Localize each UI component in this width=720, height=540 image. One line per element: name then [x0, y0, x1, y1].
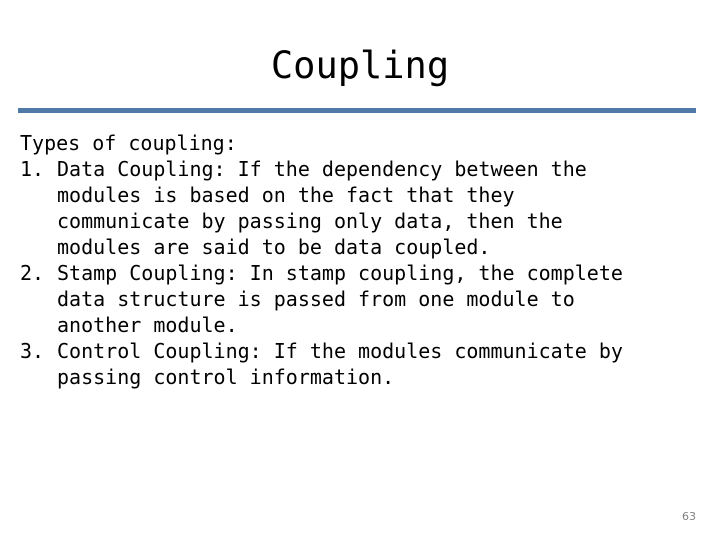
- coupling-types-list: 1. Data Coupling: If the dependency betw…: [20, 156, 704, 390]
- list-item: 2. Stamp Coupling: In stamp coupling, th…: [20, 260, 704, 338]
- page-title: Coupling: [270, 44, 450, 87]
- lead-line: Types of coupling:: [20, 131, 237, 155]
- list-item: 3. Control Coupling: If the modules comm…: [20, 338, 704, 390]
- list-item-marker: 2.: [20, 261, 45, 285]
- slide: Coupling Types of coupling: 1. Data Coup…: [0, 0, 720, 540]
- page-number: 63: [682, 510, 696, 523]
- list-item-text: Stamp Coupling: In stamp coupling, the c…: [57, 261, 623, 337]
- list-item-marker: 3.: [20, 339, 45, 363]
- list-item: 1. Data Coupling: If the dependency betw…: [20, 156, 704, 260]
- list-item-text: Data Coupling: If the dependency between…: [57, 157, 587, 259]
- title-divider: [18, 108, 696, 113]
- list-item-marker: 1.: [20, 157, 45, 181]
- slide-body: Types of coupling: 1. Data Coupling: If …: [20, 130, 704, 390]
- list-item-text: Control Coupling: If the modules communi…: [57, 339, 623, 389]
